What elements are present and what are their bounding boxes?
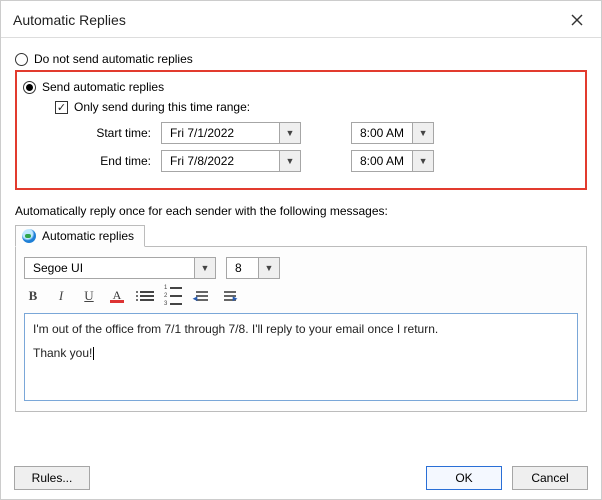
highlight-box: Send automatic replies ✓ Only send durin… [15,70,587,190]
font-color-icon: A [113,290,122,300]
end-date-value: Fri 7/8/2022 [161,150,279,172]
titlebar: Automatic Replies [1,1,601,38]
button-label: Rules... [32,471,73,485]
dialog-title: Automatic Replies [13,12,126,28]
message-editor[interactable]: I'm out of the office from 7/1 through 7… [24,313,578,401]
checkbox-icon: ✓ [55,101,68,114]
start-date-value: Fri 7/1/2022 [161,122,279,144]
end-time-label: End time: [71,154,151,168]
radio-do-not-send[interactable]: Do not send automatic replies [15,52,587,66]
end-time-combo[interactable]: 8:00 AM ▼ [351,150,434,172]
ok-button[interactable]: OK [426,466,502,490]
tab-label: Automatic replies [42,229,134,243]
tab-area: Automatic replies Segoe UI ▼ 8 ▼ B I U A [15,246,587,412]
radio-icon [23,81,36,94]
button-label: OK [455,471,472,485]
checkbox-time-range[interactable]: ✓ Only send during this time range: [55,100,579,114]
radio-send[interactable]: Send automatic replies [23,80,579,94]
rules-button[interactable]: Rules... [14,466,90,490]
font-name-value: Segoe UI [24,257,194,279]
end-date-combo[interactable]: Fri 7/8/2022 ▼ [161,150,301,172]
font-name-combo[interactable]: Segoe UI ▼ [24,257,216,279]
message-line: I'm out of the office from 7/1 through 7… [33,320,569,338]
number-list-button[interactable]: 1 2 3 [164,287,182,305]
color-bar-icon [110,300,124,303]
font-size-combo[interactable]: 8 ▼ [226,257,280,279]
font-size-value: 8 [226,257,258,279]
end-time-value: 8:00 AM [351,150,412,172]
radio-label: Do not send automatic replies [34,52,193,66]
section-label: Automatically reply once for each sender… [15,204,587,218]
start-time-value: 8:00 AM [351,122,412,144]
bullet-list-button[interactable] [136,287,154,305]
end-time-row: End time: Fri 7/8/2022 ▼ 8:00 AM ▼ [71,150,579,172]
chevron-down-icon: ▼ [194,257,216,279]
globe-icon [22,229,36,243]
start-time-row: Start time: Fri 7/1/2022 ▼ 8:00 AM ▼ [71,122,579,144]
format-toolbar: B I U A 1 2 3 ◄ ► [24,285,578,307]
dialog-content: Do not send automatic replies Send autom… [1,38,601,422]
close-icon [571,14,583,26]
arrow-left-icon: ◄ [191,294,199,303]
close-button[interactable] [563,9,591,31]
chevron-down-icon: ▼ [279,150,301,172]
checkbox-label: Only send during this time range: [74,100,250,114]
font-row: Segoe UI ▼ 8 ▼ [24,257,578,279]
chevron-down-icon: ▼ [412,150,434,172]
radio-label: Send automatic replies [42,80,164,94]
tab-automatic-replies[interactable]: Automatic replies [15,225,145,247]
chevron-down-icon: ▼ [279,122,301,144]
start-date-combo[interactable]: Fri 7/1/2022 ▼ [161,122,301,144]
chevron-down-icon: ▼ [412,122,434,144]
start-time-label: Start time: [71,126,151,140]
bold-button[interactable]: B [24,287,42,305]
italic-button[interactable]: I [52,287,70,305]
button-label: Cancel [531,471,568,485]
font-color-button[interactable]: A [108,287,126,305]
dialog-footer: Rules... OK Cancel [14,466,588,490]
increase-indent-button[interactable]: ► [220,287,238,305]
arrow-right-icon: ► [231,294,239,303]
chevron-down-icon: ▼ [258,257,280,279]
radio-icon [15,53,28,66]
message-line: Thank you! [33,346,92,360]
start-time-combo[interactable]: 8:00 AM ▼ [351,122,434,144]
text-caret-icon [93,347,94,360]
decrease-indent-button[interactable]: ◄ [192,287,210,305]
underline-button[interactable]: U [80,287,98,305]
cancel-button[interactable]: Cancel [512,466,588,490]
